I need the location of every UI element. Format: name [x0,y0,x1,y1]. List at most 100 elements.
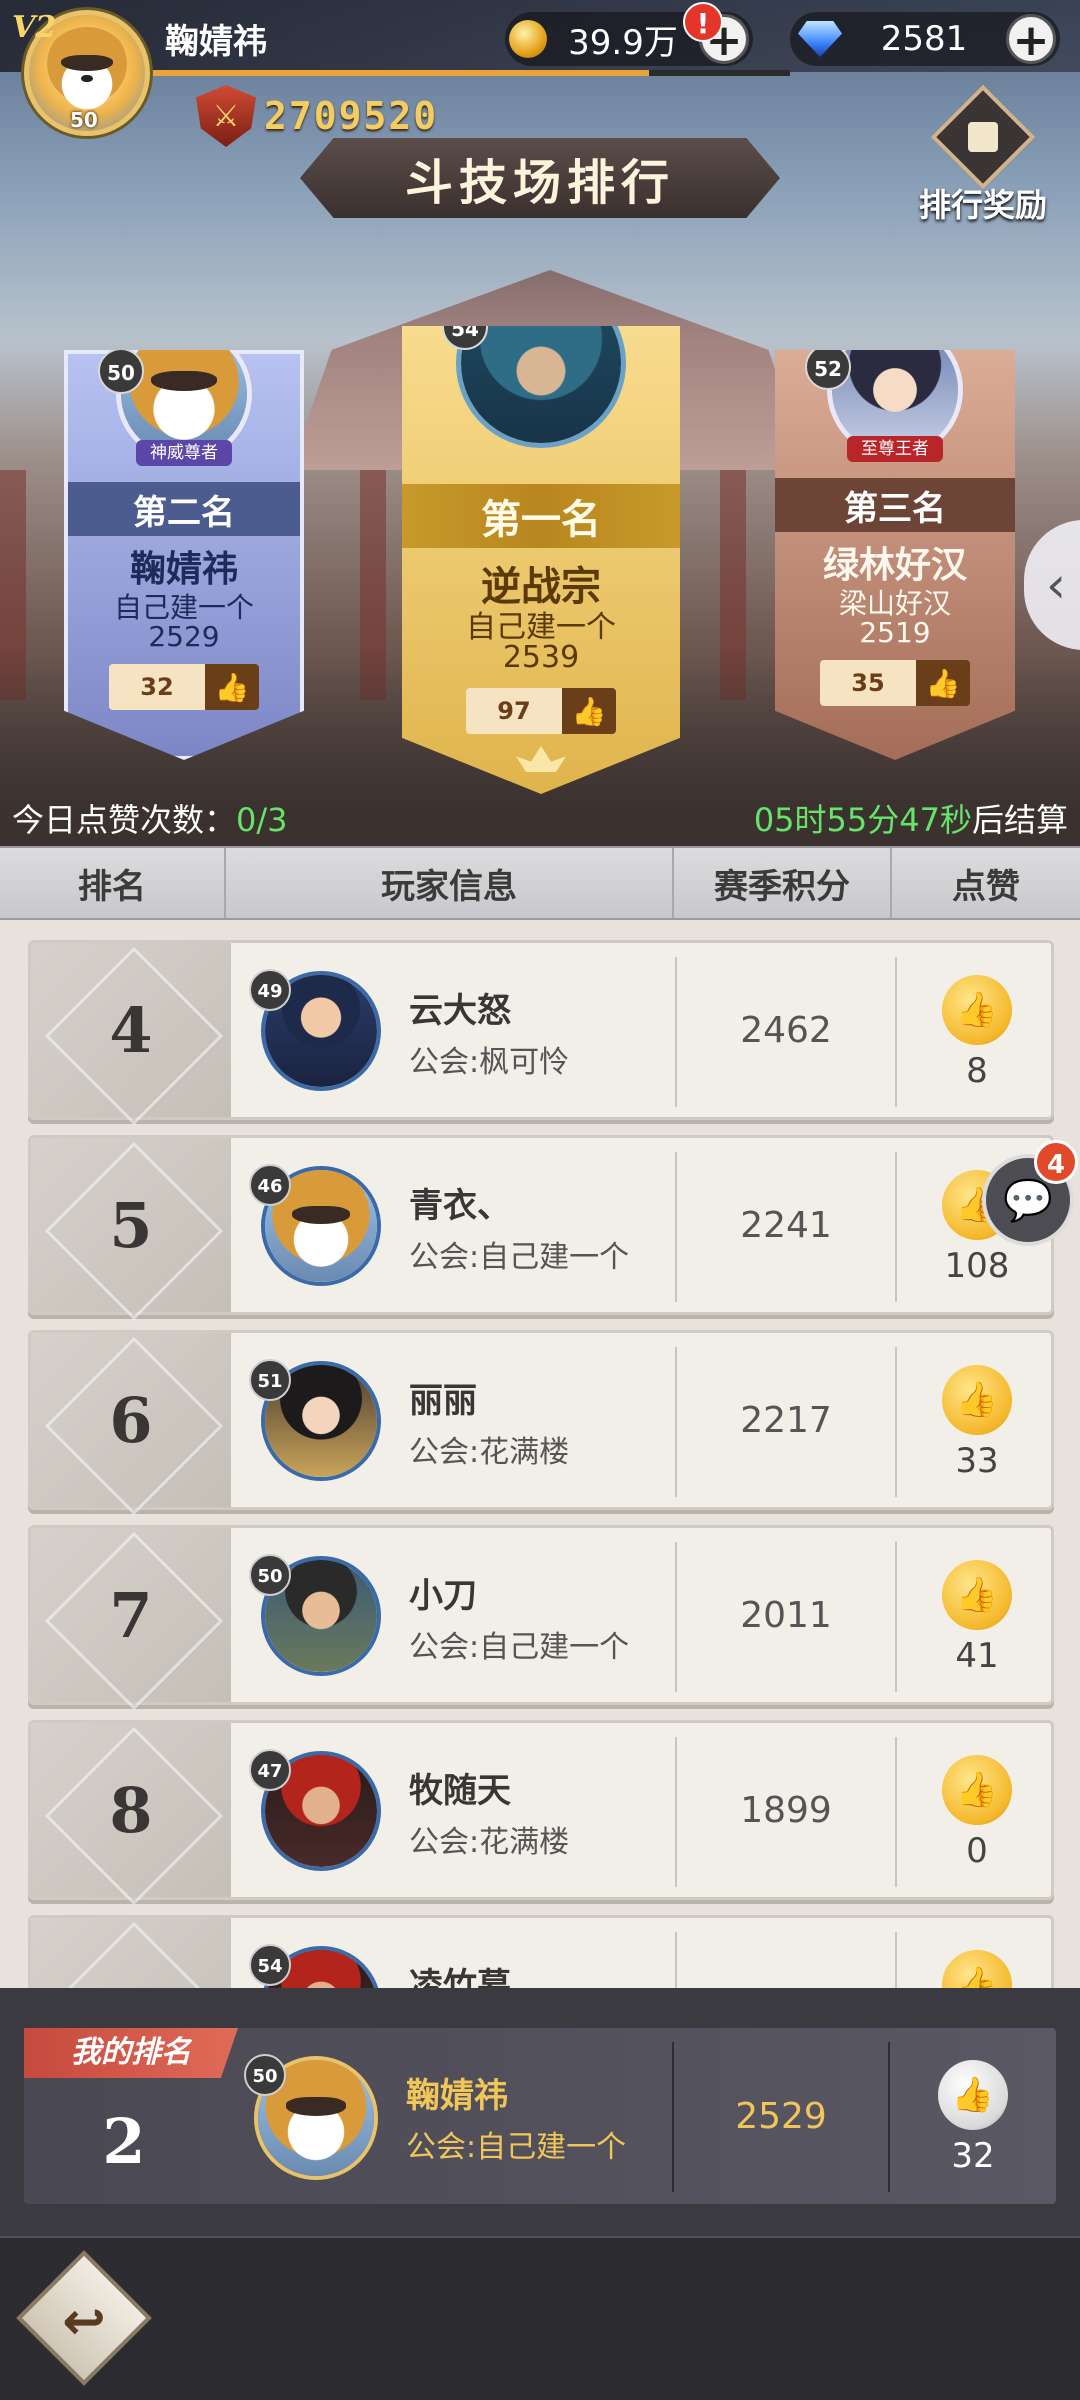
podium-first-card[interactable]: 54 第一名 逆战宗 自己建一个 2539 97 👍 [402,326,680,794]
row-like-count: 41 [955,1636,999,1676]
podium-third-level: 52 [805,350,851,390]
power-value: 2709520 [264,94,439,138]
my-level: 50 [244,2054,286,2096]
podium-second-like-count: 32 [109,664,205,710]
row-rank [31,1918,231,1988]
row-level: 47 [249,1749,291,1791]
xp-bar-fill [150,70,650,76]
bottom-bar: ↩ [0,2236,1080,2400]
row-name: 青衣、 [409,1186,511,1226]
podium-second-level: 50 [98,350,144,394]
row-name: 云大怒 [409,991,511,1031]
alert-icon: ! [683,2,723,42]
table-row[interactable]: 54 凌竹幕 👍 [28,1915,1054,1988]
thumbs-up-icon: 👍 [955,1380,999,1420]
podium-third-score: 2519 [859,616,931,649]
my-name: 鞠婧祎 [406,2076,508,2116]
player-name: 鞠婧祎 [165,22,267,62]
countdown-suffix: 后结算 [971,801,1068,839]
table-row[interactable]: 6 51 丽丽 公会:花满楼 2217 👍 33 [28,1330,1054,1510]
podium-third-like-button[interactable]: 35 👍 [820,660,970,706]
my-score: 2529 [735,2095,827,2137]
row-rank: 7 [31,1528,231,1702]
row-rank: 6 [31,1333,231,1507]
row-rank: 5 [31,1138,231,1312]
add-gem-button[interactable]: + [1006,14,1056,65]
table-row[interactable]: 7 50 小刀 公会:自己建一个 2011 👍 41 [28,1525,1054,1705]
row-like-count: 108 [944,1246,1010,1286]
thumbs-up-icon: 👍 [951,2075,995,2115]
podium-third-name: 绿林好汉 [822,545,967,586]
vip-badge: V2 [12,10,57,45]
divider [675,1932,677,1988]
row-score: 2462 [740,1009,832,1051]
gold-value: 39.9万 [568,22,678,63]
thumbs-up-icon: 👍 [955,1770,999,1810]
return-arrow-icon[interactable]: ↩ [48,2286,120,2358]
page-title-text: 斗技场排行 [404,155,675,211]
row-score: 2011 [740,1594,832,1636]
ranking-list[interactable]: 4 49 云大怒 公会:枫可怜 2462 👍 8 5 46 青衣、 公会:自己建… [0,920,1080,1988]
row-guild: 公会:枫可怜 [409,1045,570,1080]
page-title: 斗技场排行 [300,138,780,218]
power-display: ⚔ 2709520 [196,85,439,147]
likes-today-value: 0/3 [236,801,288,839]
lotus-ornament-icon [516,746,566,772]
row-name: 凌竹幕 [409,1966,511,1988]
gem-value: 2581 [880,19,968,59]
row-level: 51 [249,1359,291,1401]
my-rank-number: 2 [102,2104,146,2178]
row-guild: 公会:花满楼 [409,1435,570,1470]
my-like-button[interactable]: 👍 [938,2060,1008,2130]
podium-first-rank-label: 第一名 [402,484,680,548]
table-row[interactable]: 8 47 牧随天 公会:花满楼 1899 👍 0 [28,1720,1054,1900]
my-like: 👍 32 [890,2028,1056,2204]
thumbs-up-icon: 👍 [205,664,259,710]
row-like: 👍 33 [897,1333,1057,1507]
info-strip: 今日点赞次数：0/3 05时55分47秒后结算 [0,790,1080,846]
like-button[interactable]: 👍 [942,1950,1012,1988]
row-level: 46 [249,1164,291,1206]
podium-third-like-count: 35 [820,660,916,706]
podium-second-like-button[interactable]: 32 👍 [109,664,259,710]
my-like-count: 32 [951,2136,995,2176]
row-guild: 公会:自己建一个 [409,1240,630,1275]
row-name: 丽丽 [409,1381,477,1421]
likes-today: 今日点赞次数：0/3 [12,795,288,841]
like-button[interactable]: 👍 [942,1755,1012,1825]
row-like: 👍 [897,1918,1057,1988]
countdown-time: 05时55分47秒 [753,801,972,839]
row-rank: 8 [31,1723,231,1897]
settlement-countdown: 05时55分47秒后结算 [754,795,1068,841]
my-rank-tag: 我的排名 [24,2028,238,2078]
like-button[interactable]: 👍 [942,1560,1012,1630]
podium-third-rank-label: 第三名 [775,478,1015,532]
row-level: 49 [249,969,291,1011]
my-rank-row[interactable]: 我的排名 2 50 鞠婧祎 公会:自己建一个 2529 👍 32 [24,2028,1056,2204]
like-button[interactable]: 👍 [942,1365,1012,1435]
row-guild: 公会:自己建一个 [409,1630,630,1665]
row-score: 1899 [740,1789,832,1831]
podium-second-card[interactable]: 50 神威尊者 第二名 鞠婧祎 自己建一个 2529 32 👍 [64,350,304,760]
row-like: 👍 8 [897,943,1057,1117]
row-name: 牧随天 [409,1771,511,1811]
gift-icon [930,84,1036,190]
like-button[interactable]: 👍 [942,975,1012,1045]
row-name: 小刀 [409,1576,477,1616]
podium-first-like-button[interactable]: 97 👍 [466,688,616,734]
row-like-count: 0 [966,1831,988,1871]
gold-coin-icon [509,20,547,58]
podium-first-like-count: 97 [466,688,562,734]
row-score: 2241 [740,1204,832,1246]
thumbs-up-icon: 👍 [955,1965,999,1988]
my-guild: 公会:自己建一个 [406,2130,627,2165]
podium-second-rank-label: 第二名 [68,482,300,536]
podium-second-title-badge: 神威尊者 [136,440,232,466]
row-level: 50 [249,1554,291,1596]
row-like: 👍 41 [897,1528,1057,1702]
table-row[interactable]: 4 49 云大怒 公会:枫可怜 2462 👍 8 [28,940,1054,1120]
podium-third-card[interactable]: 52 至尊王者 第三名 绿林好汉 梁山好汉 2519 35 👍 [775,350,1015,760]
xp-bar [150,70,790,76]
rank-reward-button[interactable]: 排行奖励 [908,84,1058,230]
table-row[interactable]: 5 46 青衣、 公会:自己建一个 2241 👍 108 [28,1135,1054,1315]
